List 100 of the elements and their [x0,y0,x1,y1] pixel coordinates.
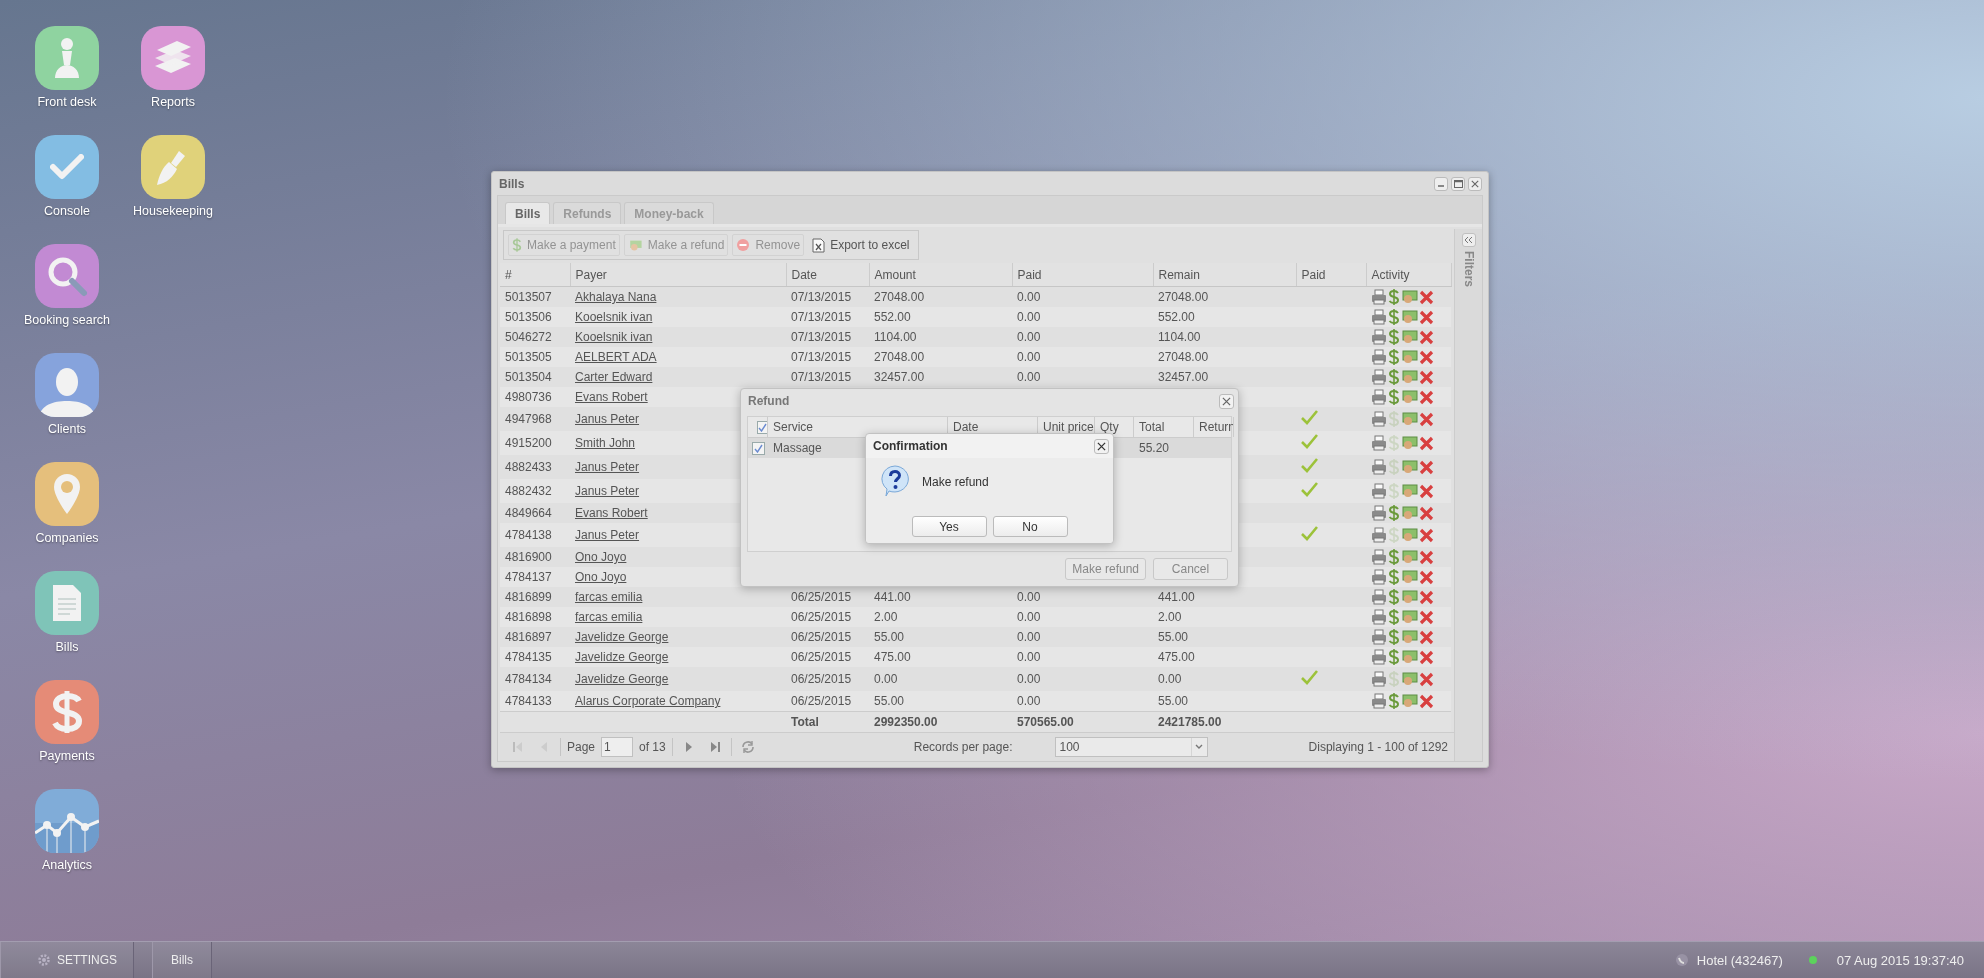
printer-icon[interactable] [1371,369,1387,385]
printer-icon[interactable] [1371,609,1387,625]
money-hand-icon[interactable] [1401,349,1418,365]
column-header[interactable]: Paid [1012,263,1153,287]
printer-icon[interactable] [1371,309,1387,325]
delete-icon[interactable] [1419,459,1434,475]
expand-button[interactable] [1461,233,1476,247]
desktop-shortcut[interactable]: Bills [35,571,99,669]
money-hand-icon[interactable] [1401,459,1418,475]
dollar-icon[interactable] [1388,309,1400,325]
desktop-shortcut[interactable]: Front desk [35,26,99,124]
payer-link[interactable]: Ono Joyo [575,550,627,564]
dollar-icon[interactable] [1388,349,1400,365]
column-header[interactable]: Activity [1366,263,1451,287]
records-per-page-select[interactable]: 100 [1055,737,1209,757]
dollar-icon[interactable] [1388,609,1400,625]
printer-icon[interactable] [1371,435,1387,451]
payer-link[interactable]: Janus Peter [575,484,640,498]
desktop-shortcut[interactable]: Clients [35,353,99,451]
dialog-button[interactable]: Make refund [1065,558,1146,580]
payer-link[interactable]: Javelidze George [575,672,669,686]
desktop-shortcut[interactable]: Console [35,135,99,233]
toolbar-button[interactable]: Export to excel [808,234,914,256]
dollar-icon[interactable] [1388,649,1400,665]
close-button[interactable] [1094,438,1109,454]
desktop-shortcut[interactable]: Companies [35,462,99,560]
dollar-icon[interactable] [1388,389,1400,405]
dollar-icon[interactable] [1388,329,1400,345]
payer-link[interactable]: Evans Robert [575,390,648,404]
printer-icon[interactable] [1371,629,1387,645]
printer-icon[interactable] [1371,649,1387,665]
delete-icon[interactable] [1419,329,1434,345]
column-header[interactable]: Amount [869,263,1012,287]
money-hand-icon[interactable] [1401,549,1418,565]
column-header[interactable]: Payer [570,263,786,287]
money-hand-icon[interactable] [1401,411,1418,427]
delete-icon[interactable] [1419,483,1434,499]
money-hand-icon[interactable] [1401,569,1418,585]
money-hand-icon[interactable] [1401,693,1418,709]
close-button[interactable] [1468,176,1482,191]
column-header[interactable]: # [500,263,570,287]
dollar-icon[interactable] [1388,693,1400,709]
delete-icon[interactable] [1419,389,1434,405]
desktop-shortcut[interactable]: Housekeeping [133,135,213,233]
delete-icon[interactable] [1419,549,1434,565]
printer-icon[interactable] [1371,389,1387,405]
column-header[interactable]: Remain [1153,263,1296,287]
dollar-icon[interactable] [1388,589,1400,605]
money-hand-icon[interactable] [1401,589,1418,605]
money-hand-icon[interactable] [1401,629,1418,645]
money-hand-icon[interactable] [1401,309,1418,325]
payer-link[interactable]: Janus Peter [575,460,640,474]
money-hand-icon[interactable] [1401,649,1418,665]
dollar-icon[interactable] [1388,369,1400,385]
payer-link[interactable]: Evans Robert [575,506,648,520]
delete-icon[interactable] [1419,349,1434,365]
taskbar-button[interactable]: Bills [152,942,213,978]
maximize-button[interactable] [1451,176,1465,191]
checkbox[interactable] [752,441,765,455]
delete-icon[interactable] [1419,569,1434,585]
money-hand-icon[interactable] [1401,289,1418,305]
printer-icon[interactable] [1371,693,1387,709]
desktop-shortcut[interactable]: Analytics [35,789,99,887]
money-hand-icon[interactable] [1401,389,1418,405]
printer-icon[interactable] [1371,505,1387,521]
printer-icon[interactable] [1371,329,1387,345]
printer-icon[interactable] [1371,459,1387,475]
money-hand-icon[interactable] [1401,435,1418,451]
delete-icon[interactable] [1419,309,1434,325]
desktop-shortcut[interactable]: Booking search [23,244,111,342]
delete-icon[interactable] [1419,435,1434,451]
delete-icon[interactable] [1419,671,1434,687]
column-header[interactable]: Total [1134,417,1194,437]
close-button[interactable] [1219,393,1234,409]
printer-icon[interactable] [1371,289,1387,305]
dollar-icon[interactable] [1388,629,1400,645]
dollar-icon[interactable] [1388,289,1400,305]
payer-link[interactable]: Janus Peter [575,528,640,542]
checkbox[interactable] [757,420,767,434]
dollar-icon[interactable] [1388,549,1400,565]
payer-link[interactable]: AELBERT ADA [575,350,657,364]
money-hand-icon[interactable] [1401,609,1418,625]
printer-icon[interactable] [1371,411,1387,427]
payer-link[interactable]: Carter Edward [575,370,653,384]
payer-link[interactable]: Ono Joyo [575,570,627,584]
delete-icon[interactable] [1419,289,1434,305]
payer-link[interactable]: Javelidze George [575,650,669,664]
delete-icon[interactable] [1419,649,1434,665]
desktop-shortcut[interactable]: Payments [35,680,99,778]
printer-icon[interactable] [1371,589,1387,605]
printer-icon[interactable] [1371,527,1387,543]
printer-icon[interactable] [1371,549,1387,565]
delete-icon[interactable] [1419,411,1434,427]
dialog-button[interactable]: Cancel [1153,558,1228,580]
money-hand-icon[interactable] [1401,369,1418,385]
column-header[interactable]: Date [786,263,869,287]
payer-link[interactable]: Janus Peter [575,412,640,426]
payer-link[interactable]: Smith John [575,436,636,450]
payer-link[interactable]: Javelidze George [575,630,669,644]
delete-icon[interactable] [1419,505,1434,521]
